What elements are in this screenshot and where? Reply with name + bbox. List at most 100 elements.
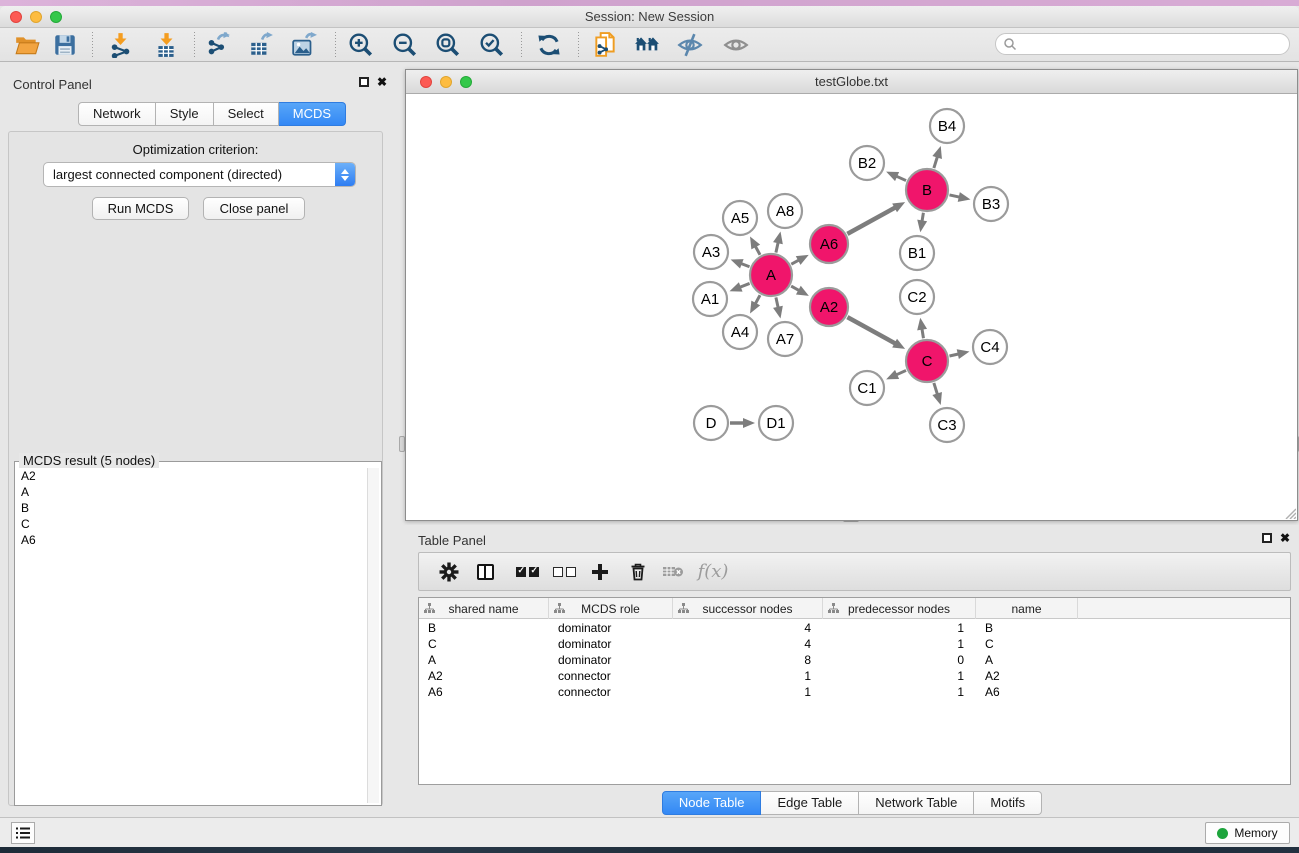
tab-mcds[interactable]: MCDS [279, 102, 346, 126]
graph-node-C4[interactable]: C4 [973, 330, 1007, 364]
table-cell[interactable]: 0 [823, 652, 976, 668]
graph-node-A5[interactable]: A5 [723, 201, 757, 235]
delete-table-icon[interactable] [656, 553, 690, 590]
graph-node-B1[interactable]: B1 [900, 236, 934, 270]
mcds-result-item[interactable]: A6 [21, 532, 367, 548]
graph-node-A1[interactable]: A1 [693, 282, 727, 316]
table-cell[interactable]: 4 [673, 620, 823, 636]
graph-edge-A6-B[interactable] [847, 206, 897, 233]
graph-node-A2[interactable]: A2 [810, 288, 848, 326]
search-input[interactable] [1017, 37, 1289, 51]
graph-node-B[interactable]: B [906, 169, 948, 211]
tab-network[interactable]: Network [78, 102, 156, 126]
column-header-name[interactable]: name [976, 598, 1078, 619]
table-cell[interactable]: dominator [549, 620, 673, 636]
table-cell[interactable]: 8 [673, 652, 823, 668]
mcds-result-item[interactable]: A2 [21, 468, 367, 484]
column-header-predecessor-nodes[interactable]: predecessor nodes [823, 598, 976, 619]
hide-graphics-details-icon[interactable] [670, 30, 710, 60]
table-cell[interactable]: 1 [823, 668, 976, 684]
graph-node-D1[interactable]: D1 [759, 406, 793, 440]
search-field[interactable] [995, 33, 1290, 55]
graph-node-A[interactable]: A [750, 254, 792, 296]
close-panel-button[interactable]: Close panel [203, 197, 305, 220]
table-cell[interactable]: B [976, 620, 1078, 636]
table-cell[interactable]: B [419, 620, 549, 636]
graph-node-A6[interactable]: A6 [810, 225, 848, 263]
mcds-result-item[interactable]: C [21, 516, 367, 532]
table-row[interactable]: Cdominator41C [419, 636, 1290, 652]
table-cell[interactable]: A6 [976, 684, 1078, 700]
open-file-icon[interactable] [7, 30, 47, 60]
import-network-icon[interactable] [100, 30, 140, 60]
tab-edge-table[interactable]: Edge Table [761, 791, 859, 815]
refresh-icon[interactable] [529, 30, 569, 60]
control-panel-close-icon[interactable]: ✖ [377, 77, 387, 87]
mcds-list-scrollbar[interactable] [367, 468, 379, 803]
mcds-result-item[interactable]: A [21, 484, 367, 500]
table-cell[interactable]: 1 [823, 684, 976, 700]
zoom-out-icon[interactable] [385, 30, 425, 60]
deselect-all-icon[interactable] [544, 553, 584, 590]
export-table-icon[interactable] [241, 30, 281, 60]
table-row[interactable]: A2connector11A2 [419, 668, 1290, 684]
save-session-icon[interactable] [45, 30, 85, 60]
table-row[interactable]: Bdominator41B [419, 620, 1290, 636]
graph-node-C3[interactable]: C3 [930, 408, 964, 442]
criterion-dropdown[interactable]: largest connected component (directed) [43, 162, 356, 187]
table-cell[interactable]: C [419, 636, 549, 652]
network-canvas[interactable]: AA6A2BCA1A3A4A5A7A8B1B2B3B4C1C2C3C4DD1 [406, 94, 1297, 520]
table-cell[interactable]: C [976, 636, 1078, 652]
control-panel-float-icon[interactable] [359, 77, 369, 87]
zoom-fit-icon[interactable] [428, 30, 468, 60]
graph-edge-A2-C[interactable] [847, 317, 897, 344]
mcds-result-item[interactable]: B [21, 500, 367, 516]
graph-node-D[interactable]: D [694, 406, 728, 440]
task-history-button[interactable] [11, 822, 35, 844]
table-settings-gear-icon[interactable] [432, 553, 466, 590]
mcds-result-list[interactable]: A2ABCA6 [17, 468, 367, 803]
table-cell[interactable]: 1 [823, 620, 976, 636]
tab-select[interactable]: Select [214, 102, 279, 126]
tab-network-table[interactable]: Network Table [859, 791, 974, 815]
table-cell[interactable]: A6 [419, 684, 549, 700]
table-panel-close-icon[interactable]: ✖ [1280, 533, 1290, 543]
graph-node-B2[interactable]: B2 [850, 146, 884, 180]
table-cell[interactable]: A [419, 652, 549, 668]
select-all-icon[interactable] [507, 553, 547, 590]
add-column-icon[interactable] [583, 553, 617, 590]
table-cell[interactable]: A [976, 652, 1078, 668]
tab-motifs[interactable]: Motifs [974, 791, 1042, 815]
table-cell[interactable]: dominator [549, 652, 673, 668]
graph-node-A7[interactable]: A7 [768, 322, 802, 356]
table-cell[interactable]: A2 [976, 668, 1078, 684]
table-panel-float-icon[interactable] [1262, 533, 1272, 543]
function-builder-icon[interactable]: f(x) [691, 553, 735, 590]
table-row[interactable]: Adominator80A [419, 652, 1290, 668]
graph-node-C2[interactable]: C2 [900, 280, 934, 314]
run-mcds-button[interactable]: Run MCDS [92, 197, 189, 220]
memory-button[interactable]: Memory [1205, 822, 1290, 844]
tab-node-table[interactable]: Node Table [662, 791, 762, 815]
column-header-successor-nodes[interactable]: successor nodes [673, 598, 823, 619]
column-header-MCDS-role[interactable]: MCDS role [549, 598, 673, 619]
table-cell[interactable]: 1 [673, 668, 823, 684]
graph-node-B3[interactable]: B3 [974, 187, 1008, 221]
graph-node-A4[interactable]: A4 [723, 315, 757, 349]
column-header-shared-name[interactable]: shared name [419, 598, 549, 619]
table-cell[interactable]: connector [549, 668, 673, 684]
table-cell[interactable]: A2 [419, 668, 549, 684]
graph-node-A3[interactable]: A3 [694, 235, 728, 269]
show-graphics-details-icon[interactable] [716, 30, 756, 60]
table-row[interactable]: A6connector11A6 [419, 684, 1290, 700]
show-columns-icon[interactable] [468, 553, 502, 590]
graph-node-A8[interactable]: A8 [768, 194, 802, 228]
graph-node-C1[interactable]: C1 [850, 371, 884, 405]
houses-icon[interactable] [627, 30, 667, 60]
zoom-in-icon[interactable] [341, 30, 381, 60]
import-table-icon[interactable] [146, 30, 186, 60]
export-image-icon[interactable] [284, 30, 324, 60]
table-cell[interactable]: dominator [549, 636, 673, 652]
table-cell[interactable]: 1 [673, 684, 823, 700]
table-cell[interactable]: 4 [673, 636, 823, 652]
